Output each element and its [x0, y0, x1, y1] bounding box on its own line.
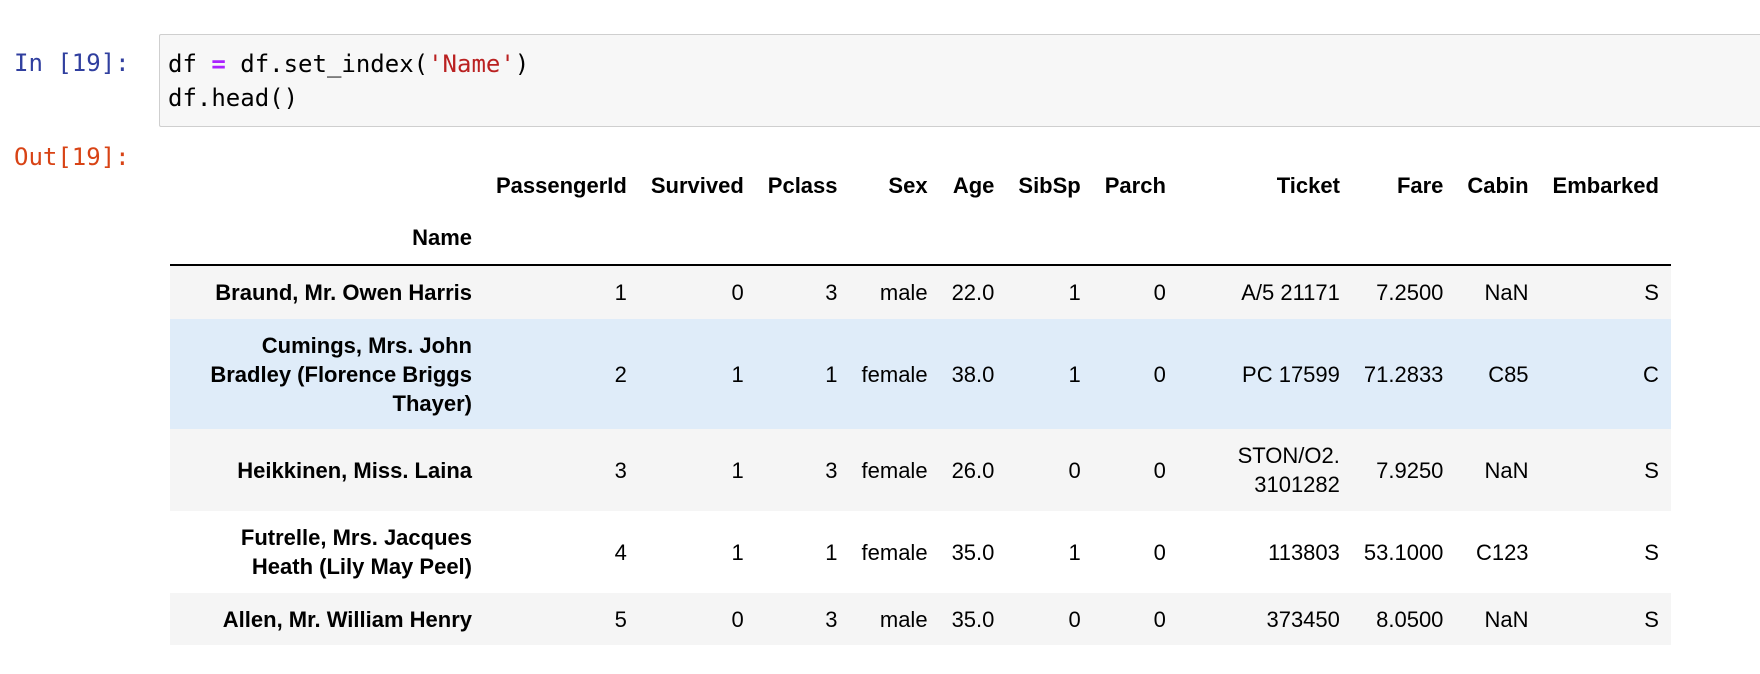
- code-token: df.set_index(: [225, 50, 429, 78]
- table-cell: 4: [614, 539, 627, 565]
- table-cell: 0: [731, 606, 744, 632]
- index-name-row: Name: [170, 212, 1671, 266]
- column-header: SibSp: [1018, 173, 1081, 198]
- table-cell: 0: [1153, 539, 1166, 565]
- table-cell: 35.0: [951, 539, 995, 565]
- table-cell: 1: [731, 361, 744, 387]
- table-cell: 1: [1068, 539, 1081, 565]
- code-editor[interactable]: df = df.set_index('Name') df.head(): [159, 34, 1760, 127]
- table-cell: 1: [731, 539, 744, 565]
- table-cell: NaN: [1484, 606, 1529, 632]
- index-name-header: Name: [170, 212, 484, 266]
- table-cell: 2: [614, 361, 627, 387]
- output-prompt: Out[19]:: [14, 143, 130, 171]
- table-cell: 1: [1068, 361, 1081, 387]
- table-cell: male: [879, 606, 928, 632]
- table-cell: 1: [614, 280, 627, 305]
- table-cell: 3: [825, 606, 838, 632]
- code-token: ): [514, 50, 530, 78]
- table-cell: 0: [1068, 457, 1081, 483]
- table-cell: C: [1643, 361, 1659, 387]
- code-token: df: [168, 50, 212, 78]
- code-line-1: df = df.set_index('Name'): [168, 47, 1760, 81]
- output-area: PassengerId Survived Pclass Sex Age SibS…: [170, 160, 1671, 645]
- table-row: Braund, Mr. Owen Harris 1 0 3 male 22.0 …: [170, 265, 1671, 319]
- table-row: Cumings, Mrs. John Bradley (Florence Bri…: [170, 319, 1671, 429]
- table-cell: 3: [825, 457, 838, 483]
- table-cell: A/5 21171: [1241, 280, 1340, 305]
- table-cell: C85: [1488, 361, 1529, 387]
- table-cell: 22.0: [951, 280, 995, 305]
- column-header: Pclass: [767, 173, 838, 198]
- code-string: 'Name': [428, 50, 515, 78]
- table-cell: PC 17599: [1242, 361, 1340, 387]
- table-cell: female: [861, 361, 928, 387]
- dataframe-table: PassengerId Survived Pclass Sex Age SibS…: [170, 160, 1671, 645]
- header-blank: [170, 160, 484, 212]
- table-cell: S: [1644, 280, 1659, 305]
- row-index: Heikkinen, Miss. Laina: [237, 457, 472, 483]
- table-cell: 7.9250: [1376, 457, 1444, 483]
- table-cell: 1: [825, 361, 838, 387]
- row-index: Braund, Mr. Owen Harris: [215, 280, 472, 305]
- table-cell: female: [861, 457, 928, 483]
- column-header: Parch: [1104, 173, 1166, 198]
- table-cell: STON/O2. 3101282: [1237, 443, 1340, 497]
- table-cell: S: [1644, 539, 1659, 565]
- column-header: Embarked: [1552, 173, 1659, 198]
- row-index: Futrelle, Mrs. Jacques Heath (Lily May P…: [240, 525, 472, 579]
- table-cell: 8.0500: [1376, 606, 1444, 632]
- table-cell: 38.0: [951, 361, 995, 387]
- table-row: Allen, Mr. William Henry 5 0 3 male 35.0…: [170, 593, 1671, 645]
- table-row: Futrelle, Mrs. Jacques Heath (Lily May P…: [170, 511, 1671, 593]
- table-cell: 1: [1068, 280, 1081, 305]
- column-header: Ticket: [1276, 173, 1340, 198]
- table-cell: S: [1644, 606, 1659, 632]
- column-header: PassengerId: [496, 173, 627, 198]
- table-cell: 0: [1153, 457, 1166, 483]
- table-cell: 71.2833: [1363, 361, 1444, 387]
- column-header: Fare: [1396, 173, 1444, 198]
- row-index: Cumings, Mrs. John Bradley (Florence Bri…: [210, 332, 472, 416]
- table-cell: 0: [1068, 606, 1081, 632]
- table-cell: 0: [1153, 280, 1166, 305]
- table-cell: 373450: [1266, 606, 1340, 632]
- table-cell: 1: [825, 539, 838, 565]
- table-cell: 5: [614, 606, 627, 632]
- table-cell: male: [879, 280, 928, 305]
- table-cell: female: [861, 539, 928, 565]
- code-line-2: df.head(): [168, 84, 299, 112]
- table-cell: 3: [614, 457, 627, 483]
- table-cell: 7.2500: [1376, 280, 1444, 305]
- table-cell: NaN: [1484, 280, 1529, 305]
- column-header: Cabin: [1467, 173, 1529, 198]
- table-cell: 0: [1153, 361, 1166, 387]
- row-index: Allen, Mr. William Henry: [222, 606, 472, 632]
- table-cell: S: [1644, 457, 1659, 483]
- column-header: Sex: [888, 173, 928, 198]
- table-cell: NaN: [1484, 457, 1529, 483]
- column-header-row: PassengerId Survived Pclass Sex Age SibS…: [170, 160, 1671, 212]
- column-header: Age: [952, 173, 995, 198]
- table-row: Heikkinen, Miss. Laina 3 1 3 female 26.0…: [170, 429, 1671, 511]
- table-cell: 1: [731, 457, 744, 483]
- table-cell: 113803: [1268, 539, 1340, 565]
- column-header: Survived: [650, 173, 744, 198]
- input-prompt: In [19]:: [14, 49, 130, 77]
- table-cell: 26.0: [951, 457, 995, 483]
- table-cell: 35.0: [951, 606, 995, 632]
- table-cell: 3: [825, 280, 838, 305]
- table-cell: C123: [1475, 539, 1529, 565]
- code-operator: =: [211, 50, 226, 78]
- table-cell: 0: [1153, 606, 1166, 632]
- table-cell: 53.1000: [1363, 539, 1444, 565]
- table-cell: 0: [731, 280, 744, 305]
